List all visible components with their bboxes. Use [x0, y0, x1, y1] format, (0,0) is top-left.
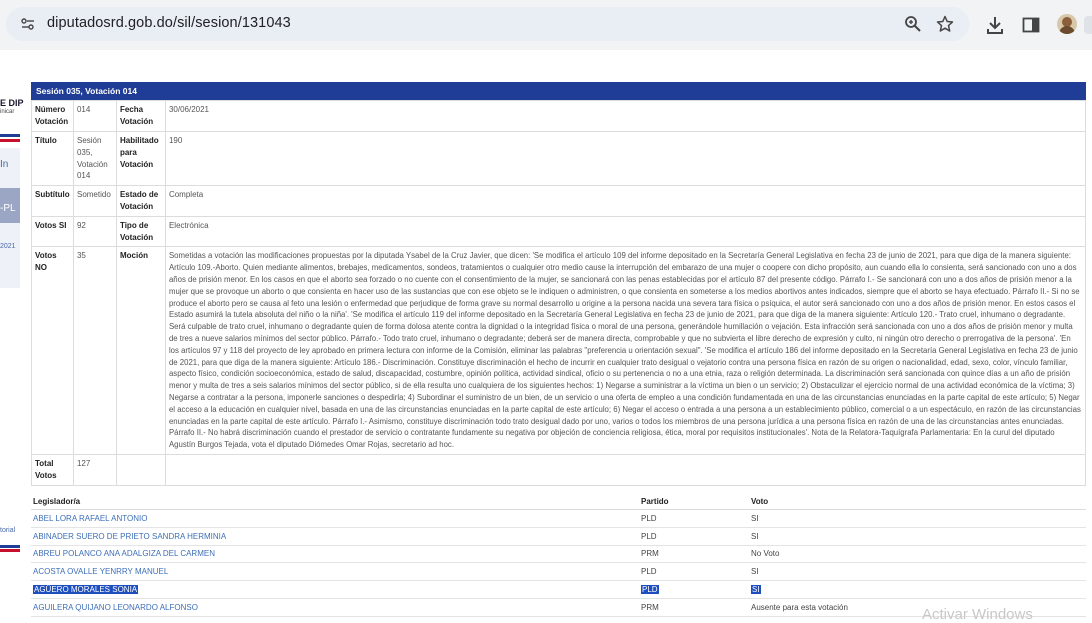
- vote-header: Voto: [751, 497, 769, 506]
- vote-detail-card: Sesión 035, Votación 014 Número Votación…: [31, 82, 1087, 486]
- vote-cell: No Voto: [751, 549, 780, 558]
- table-row: ABEL LORA RAFAEL ANTONIO PLD SI: [31, 510, 1086, 528]
- vote-cell: SI: [751, 567, 759, 576]
- party-cell: PLD: [641, 567, 657, 576]
- vote-cell: SI: [751, 585, 761, 594]
- table-row-selected: AGÜERO MORALES SONIA PLD SI: [31, 581, 1086, 599]
- background-logo-subtext: inicar: [0, 109, 15, 115]
- menu-edge[interactable]: [1084, 16, 1092, 34]
- votos-no-label: Votos NO: [31, 246, 74, 455]
- legislator-link[interactable]: AGUILERA QUIJANO LEONARDO ALFONSO: [33, 603, 198, 612]
- mocion-label: Moción: [115, 246, 166, 455]
- legislator-link[interactable]: ABEL LORA RAFAEL ANTONIO: [33, 514, 147, 523]
- total-votos-label: Total Votos: [31, 453, 74, 486]
- background-text-1: In: [0, 159, 9, 170]
- titulo-label: Título: [31, 130, 74, 187]
- table-row: ABINADER SUERO DE PRIETO SANDRA HERMINIA…: [31, 528, 1086, 546]
- table-row: ACOSTA OVALLE YENRRY MANUEL PLD SI: [31, 563, 1086, 581]
- legislator-link[interactable]: ABINADER SUERO DE PRIETO SANDRA HERMINIA: [33, 532, 226, 541]
- profile-avatar[interactable]: [1057, 14, 1077, 34]
- numero-votacion-value: 014: [72, 100, 117, 132]
- table-row: ABREU POLANCO ANA ADALGIZA DEL CARMEN PR…: [31, 545, 1086, 563]
- background-stripe-blue-2: [0, 545, 20, 548]
- party-cell: PLD: [641, 514, 657, 523]
- party-header: Partido: [641, 497, 669, 506]
- habilitado-value: 190: [164, 130, 1087, 187]
- tipo-votacion-value: Electrónica: [164, 215, 1087, 248]
- legislator-table-header: Legislador/a Partido Voto: [31, 493, 1086, 510]
- numero-votacion-label: Número Votación: [31, 100, 74, 132]
- subtitulo-label: Subtítulo: [31, 185, 74, 217]
- background-text-3: 2021: [0, 243, 16, 250]
- background-text-2: -PL: [0, 203, 16, 214]
- background-stripe-blue: [0, 134, 20, 137]
- habilitado-label: Habilitado para Votación: [115, 130, 166, 187]
- vote-info-table: Número Votación 014 Fecha Votación 30/06…: [31, 100, 1087, 486]
- legislator-link[interactable]: ACOSTA OVALLE YENRRY MANUEL: [33, 567, 168, 576]
- fecha-votacion-label: Fecha Votación: [115, 100, 166, 132]
- card-header: Sesión 035, Votación 014: [31, 82, 1086, 100]
- legislator-link[interactable]: ABREU POLANCO ANA ADALGIZA DEL CARMEN: [33, 549, 215, 558]
- address-bar[interactable]: diputadosrd.gob.do/sil/sesion/131043: [6, 7, 969, 41]
- estado-value: Completa: [164, 185, 1087, 217]
- mocion-text: Sometidas a votación las modificaciones …: [164, 246, 1087, 455]
- url-text[interactable]: diputadosrd.gob.do/sil/sesion/131043: [47, 15, 291, 31]
- party-cell: PLD: [641, 532, 657, 541]
- site-settings-icon[interactable]: [20, 16, 36, 32]
- browser-toolbar: diputadosrd.gob.do/sil/sesion/131043: [0, 0, 1092, 50]
- background-logo-text: E DIP: [0, 98, 24, 108]
- tipo-votacion-label: Tipo de Votación: [115, 215, 166, 248]
- party-cell: PRM: [641, 603, 659, 612]
- total-votos-value: 127: [72, 453, 117, 486]
- legislator-header: Legislador/a: [33, 497, 81, 506]
- vote-cell: Ausente para esta votación: [751, 603, 848, 612]
- titulo-value: Sesión 035, Votación 014: [72, 130, 117, 187]
- vote-cell: SI: [751, 532, 759, 541]
- party-cell: PLD: [641, 585, 659, 594]
- fecha-votacion-value: 30/06/2021: [164, 100, 1087, 132]
- bookmark-star-icon[interactable]: [936, 15, 954, 33]
- votos-si-value: 92: [72, 215, 117, 248]
- party-cell: PRM: [641, 549, 659, 558]
- subtitulo-value: Sometido: [72, 185, 117, 217]
- windows-activation-watermark: Activar Windows: [922, 606, 1033, 623]
- vote-cell: SI: [751, 514, 759, 523]
- background-stripe-red-2: [0, 549, 20, 552]
- download-icon[interactable]: [985, 15, 1005, 35]
- zoom-icon[interactable]: [904, 15, 922, 33]
- side-panel-icon[interactable]: [1021, 15, 1041, 35]
- votos-no-value: 35: [72, 246, 117, 455]
- estado-label: Estado de Votación: [115, 185, 166, 217]
- background-text-4: torial: [0, 527, 16, 534]
- legislator-link[interactable]: AGÜERO MORALES SONIA: [33, 585, 139, 594]
- votos-si-label: Votos SI: [31, 215, 74, 248]
- background-stripe-red: [0, 139, 20, 142]
